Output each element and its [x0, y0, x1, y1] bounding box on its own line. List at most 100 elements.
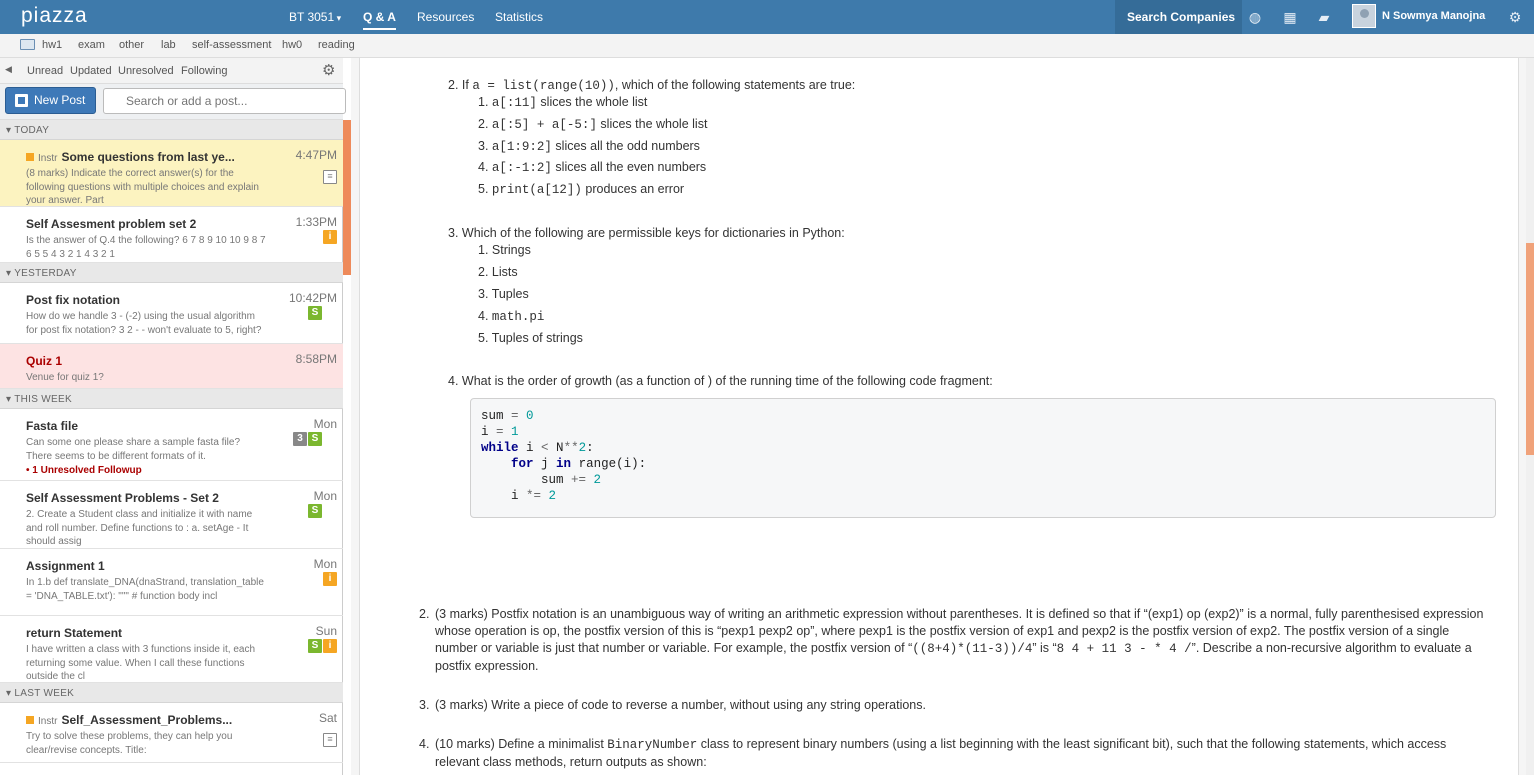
list-item: 4. math.pi: [478, 309, 545, 324]
list-item: 3. a[1:9:2] slices all the odd numbers: [478, 139, 700, 154]
search-companies-button[interactable]: Search Companies: [1115, 0, 1242, 34]
post-time: Sun: [315, 624, 337, 638]
post-title: Self Assessment Problems - Set 2: [26, 491, 219, 505]
post-title: Instr Self_Assessment_Problems...: [26, 713, 268, 727]
tab-resources[interactable]: Resources: [417, 10, 474, 24]
globe-icon[interactable]: ◍: [1247, 9, 1263, 25]
folder-hw1[interactable]: hw1: [42, 39, 62, 51]
post-title: Self Assesment problem set 2: [26, 217, 197, 231]
folder-reading[interactable]: reading: [318, 39, 355, 51]
post-time: 8:58PM: [295, 352, 337, 366]
post-time: 10:42PM: [288, 291, 337, 305]
new-post-icon: [15, 94, 28, 107]
question-4: 4. What is the order of growth (as a fun…: [448, 374, 993, 388]
problem-2: 2. (3 marks) Postfix notation is an unamb…: [419, 607, 1484, 673]
post-item[interactable]: Instr Self_Assessment_Problems... Try to …: [0, 703, 343, 763]
instructor-answer-icon: i: [323, 230, 337, 244]
scrollbar[interactable]: [1526, 58, 1534, 775]
filter-bar: ◀ Unread Updated Unresolved Following ⚙: [0, 58, 343, 84]
post-item[interactable]: Instr Some questions from last ye... (8 m…: [0, 140, 343, 207]
list-item: 1. Strings: [478, 243, 531, 257]
top-navbar: piazza BT 3051 Q & A Resources Statistic…: [0, 0, 1534, 34]
folder-self-assessment[interactable]: self-assessment: [192, 39, 271, 51]
piazza-logo[interactable]: piazza: [21, 4, 88, 28]
unresolved-followup: • 1 Unresolved Followup: [26, 465, 142, 476]
list-item: 5. Tuples of strings: [478, 331, 583, 345]
note-icon: ≡: [323, 733, 337, 747]
followup-count-badge: 3: [293, 432, 307, 446]
post-title: Post fix notation: [26, 293, 120, 307]
folder-hw0[interactable]: hw0: [282, 39, 302, 51]
post-snippet: Venue for quiz 1?: [26, 372, 104, 383]
post-item[interactable]: return Statement I have written a class …: [0, 616, 343, 683]
avatar[interactable]: [1352, 4, 1376, 28]
tab-statistics[interactable]: Statistics: [495, 10, 543, 24]
code-line: i *= 2: [481, 489, 557, 503]
list-item: 3. Tuples: [478, 287, 529, 301]
student-answer-icon: S: [308, 504, 322, 518]
chat-icon[interactable]: ▰: [1316, 9, 1332, 25]
group-this-week[interactable]: ▾ THIS WEEK: [0, 389, 343, 409]
calendar-icon[interactable]: ▦: [1282, 9, 1298, 25]
post-snippet: In 1.b def translate_DNA(dnaStrand, tran…: [26, 577, 264, 602]
instr-tag: Instr: [26, 716, 61, 727]
filter-unresolved[interactable]: Unresolved: [118, 65, 174, 77]
post-title: Assignment 1: [26, 559, 105, 573]
filter-unread[interactable]: Unread: [27, 65, 63, 77]
note-icon: ≡: [323, 170, 337, 184]
post-snippet: 2. Create a Student class and initialize…: [26, 509, 253, 547]
username[interactable]: N Sowmya Manojna: [1382, 10, 1485, 22]
group-last-week[interactable]: ▾ LAST WEEK: [0, 683, 343, 703]
tab-qa[interactable]: Q & A: [363, 10, 396, 30]
scrollbar-thumb[interactable]: [1526, 243, 1534, 455]
list-item: 5. print(a[12]) produces an error: [478, 182, 685, 197]
post-time: Mon: [313, 489, 337, 503]
course-selector[interactable]: BT 3051: [289, 10, 341, 24]
folder-lab[interactable]: lab: [161, 39, 176, 51]
post-snippet: Try to solve these problems, they can he…: [26, 731, 233, 756]
post-item[interactable]: Quiz 1 Venue for quiz 1? 8:58PM: [0, 344, 343, 389]
folder-exam[interactable]: exam: [78, 39, 105, 51]
post-item[interactable]: Self Assessment Problems - Set 2 2. Crea…: [0, 481, 343, 549]
new-post-button[interactable]: New Post: [5, 87, 96, 114]
post-item[interactable]: Fasta file Can some one please share a s…: [0, 409, 343, 481]
post-time: 1:33PM: [295, 215, 337, 229]
gear-icon[interactable]: ⚙: [322, 61, 335, 79]
instructor-answer-icon: i: [323, 572, 337, 586]
group-yesterday[interactable]: ▾ YESTERDAY: [0, 263, 343, 283]
post-title: Instr Some questions from last ye...: [26, 150, 268, 164]
post-item[interactable]: Post fix notation How do we handle 3 - (…: [0, 283, 343, 344]
filter-updated[interactable]: Updated: [70, 65, 112, 77]
search-input[interactable]: [103, 88, 346, 114]
code-block[interactable]: sum = 0 i = 1 while i < N**2: for j in r…: [470, 398, 1496, 518]
post-time: Mon: [313, 417, 337, 431]
code-line: while i < N**2:: [481, 441, 594, 455]
folder-icon[interactable]: [20, 39, 35, 50]
list-item: 2. Lists: [478, 265, 518, 279]
post-title: Quiz 1: [26, 354, 63, 368]
post-title: return Statement: [26, 626, 123, 640]
feed-sidebar: ◀ Unread Updated Unresolved Following ⚙ …: [0, 58, 346, 775]
post-time: Mon: [313, 557, 337, 571]
folder-bar: hw1 exam other lab self-assessment hw0 r…: [0, 34, 1534, 58]
post-title: Fasta file: [26, 419, 79, 433]
post-snippet: Can some one please share a sample fasta…: [26, 437, 241, 462]
feed-scroll-accent[interactable]: [343, 120, 351, 275]
group-today[interactable]: ▾ TODAY: [0, 120, 343, 140]
folder-other[interactable]: other: [119, 39, 144, 51]
collapse-icon[interactable]: ◀: [5, 64, 12, 75]
student-answer-icon: S: [308, 306, 322, 320]
problem-3: 3. (3 marks) Write a piece of code to rev…: [419, 698, 926, 712]
post-time: 4:47PM: [295, 148, 337, 162]
post-item[interactable]: Self Assesment problem set 2 Is the answ…: [0, 207, 343, 263]
post-item[interactable]: Assignment 1 In 1.b def translate_DNA(dn…: [0, 549, 343, 616]
post-snippet: (8 marks) Indicate the correct answer(s)…: [26, 168, 259, 206]
post-snippet: Is the answer of Q.4 the following? 6 7 …: [26, 235, 266, 260]
code-line: sum += 2: [481, 473, 602, 487]
post-bar: New Post: [0, 84, 346, 120]
code-line: for j in range(i):: [511, 457, 647, 471]
student-answer-icon: S: [308, 639, 322, 653]
post-content-pane: 2. If a = list(range(10)), which of the …: [351, 58, 1534, 775]
filter-following[interactable]: Following: [181, 65, 227, 77]
gear-icon[interactable]: ⚙: [1507, 9, 1523, 25]
